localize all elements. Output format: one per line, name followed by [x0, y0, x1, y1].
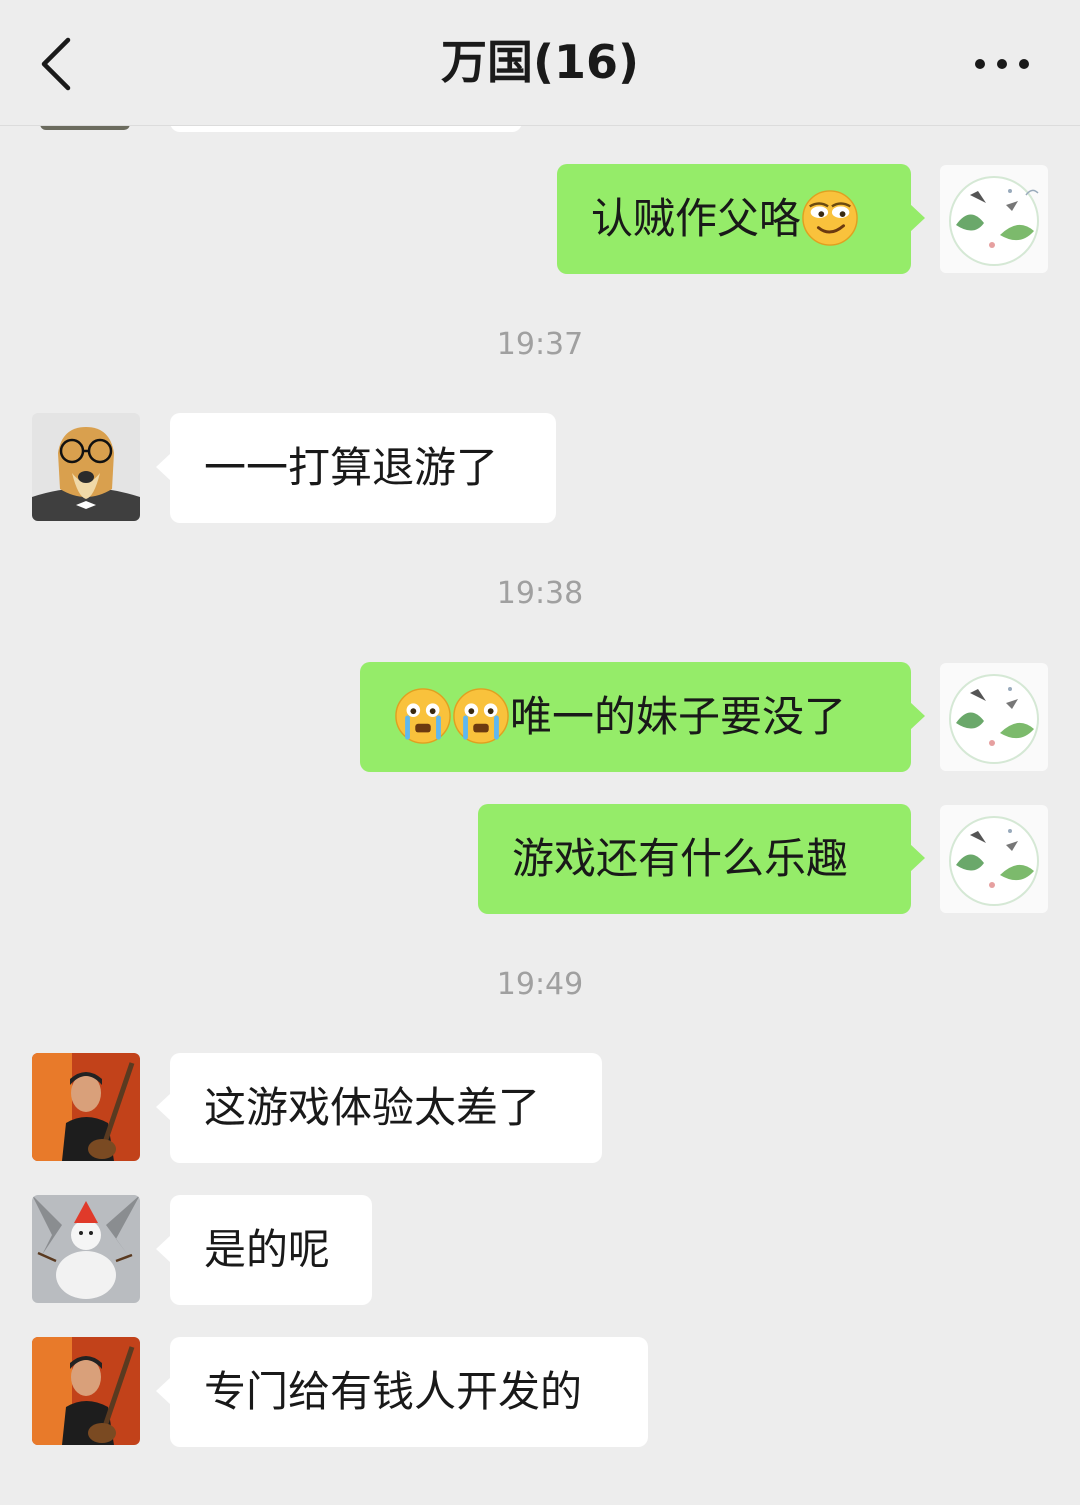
contact-avatar-image[interactable] — [32, 413, 140, 521]
contact-avatar-image[interactable] — [32, 1337, 140, 1445]
self-avatar-image[interactable] — [940, 805, 1048, 913]
message-text: 专门给有钱人开发的 — [204, 1367, 583, 1416]
message-bubble[interactable]: 游戏还有什么乐趣 — [478, 804, 925, 914]
timestamp: 19:49 — [496, 967, 584, 1002]
contact-avatar-image[interactable] — [32, 1053, 140, 1161]
more-button[interactable] — [972, 52, 1032, 76]
more-dots-icon — [975, 59, 1029, 69]
message-bubble[interactable]: 唯一的妹子要没了 — [360, 662, 925, 772]
timestamp: 19:37 — [496, 327, 584, 362]
chat-area[interactable]: 认贼作父咯 19:37 一一打算退游了 19:38 唯一的妹子要没了 游戏还有什… — [0, 0, 1080, 1505]
message-text: 是的呢 — [204, 1225, 331, 1274]
message-bubble[interactable]: 一一打算退游了 — [156, 413, 556, 523]
timestamp: 19:38 — [496, 576, 584, 611]
message-text: 唯一的妹子要没了 — [510, 692, 847, 741]
chat-title: 万国(16) — [440, 35, 640, 89]
self-avatar-image[interactable] — [940, 663, 1048, 771]
crying-emoji-icon — [395, 687, 451, 744]
message-bubble[interactable]: 认贼作父咯 — [557, 164, 925, 274]
message-text: 一一打算退游了 — [204, 443, 499, 492]
message-bubble[interactable]: 这游戏体验太差了 — [156, 1053, 602, 1163]
message-bubble[interactable]: 是的呢 — [156, 1195, 372, 1305]
message-text: 这游戏体验太差了 — [204, 1083, 541, 1132]
crying-emoji-icon — [453, 687, 509, 744]
smirk-emoji-icon — [802, 189, 858, 246]
chat-header: 万国(16) — [0, 0, 1080, 126]
self-avatar-image[interactable] — [940, 165, 1048, 273]
contact-avatar-image[interactable] — [32, 1195, 140, 1303]
message-text: 游戏还有什么乐趣 — [512, 834, 849, 883]
message-text: 认贼作父咯 — [591, 194, 802, 243]
message-bubble[interactable]: 专门给有钱人开发的 — [156, 1337, 648, 1447]
